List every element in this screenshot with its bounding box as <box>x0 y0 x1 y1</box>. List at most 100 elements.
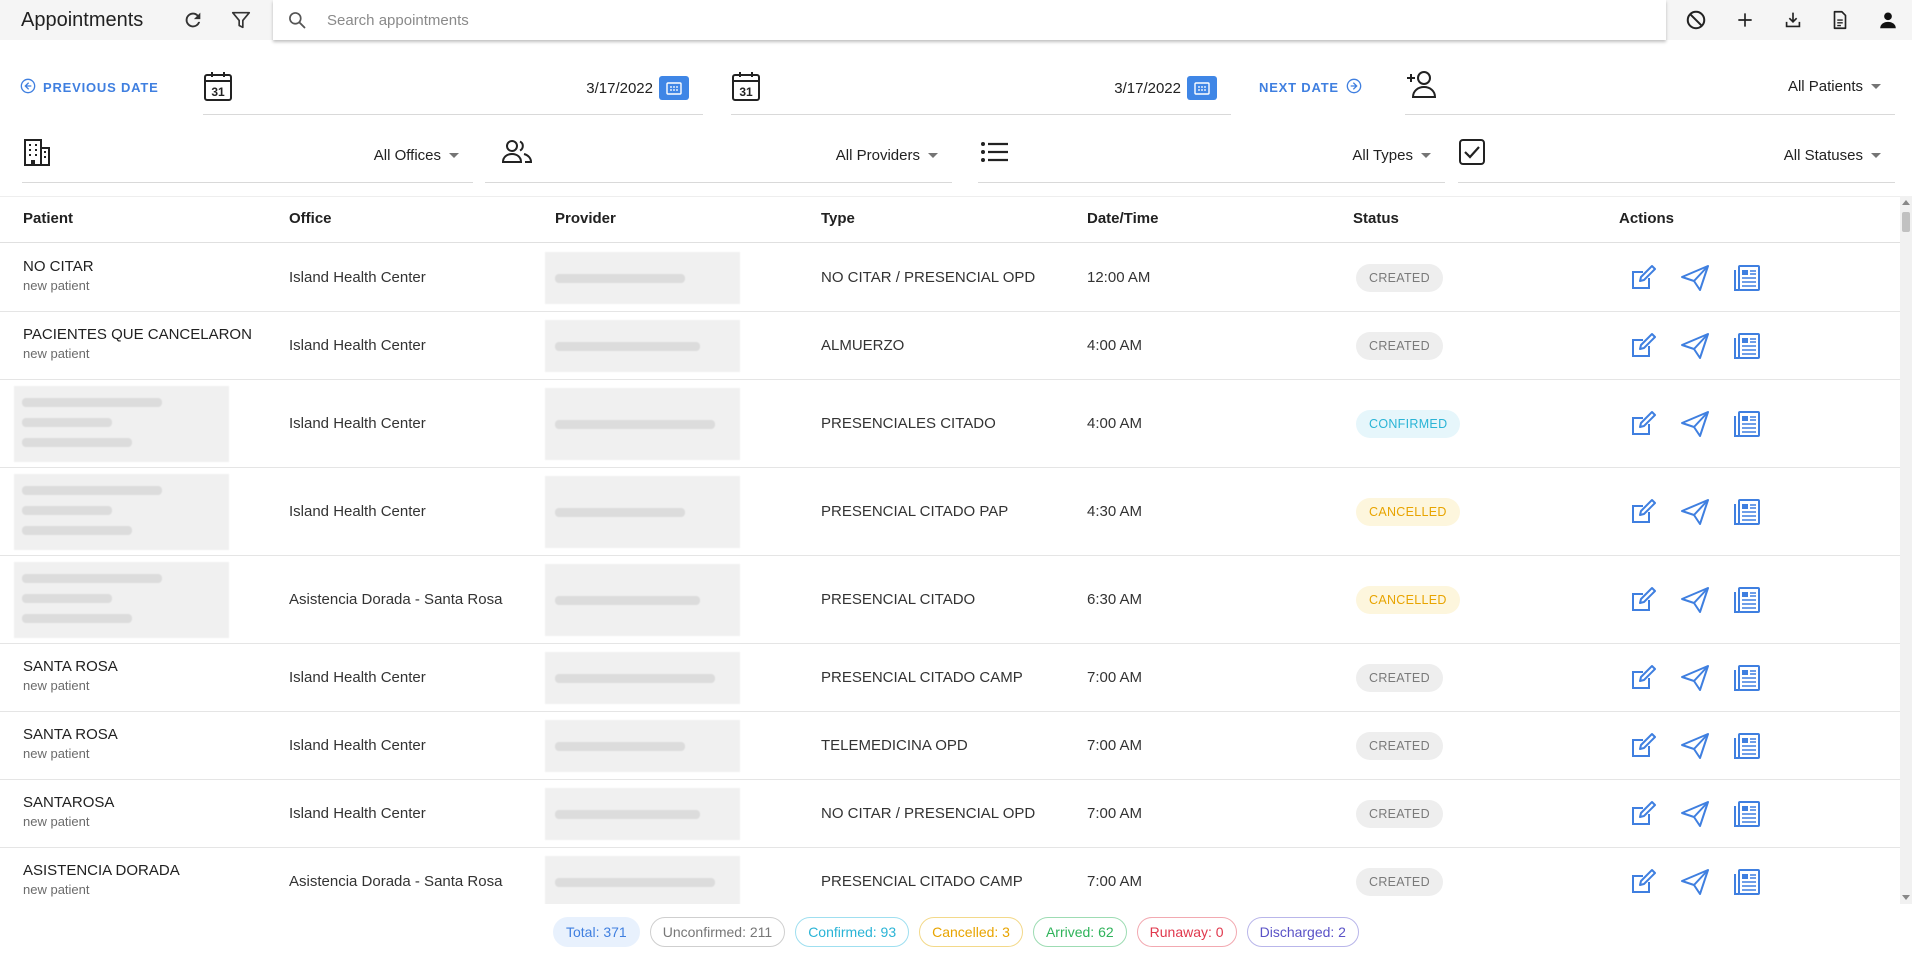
arrow-left-circle-icon <box>20 78 36 97</box>
edit-icon[interactable] <box>1627 730 1659 762</box>
table-row[interactable]: PACIENTES QUE CANCELARON new patient Islan… <box>0 312 1900 380</box>
column-header-office[interactable]: Office <box>289 210 332 227</box>
account-icon[interactable] <box>1876 8 1900 32</box>
edit-icon[interactable] <box>1627 408 1659 440</box>
summary-runaway-chip[interactable]: Runaway: 0 <box>1136 917 1237 947</box>
send-icon[interactable] <box>1679 730 1711 762</box>
table-row[interactable]: Island Health Center PRESENCIALES CITADO 4… <box>0 380 1900 468</box>
status-badge: CREATED <box>1356 868 1443 896</box>
column-header-provider[interactable]: Provider <box>555 210 616 227</box>
summary-unconfirmed-chip[interactable]: Unconfirmed: 211 <box>649 917 786 947</box>
refresh-icon[interactable] <box>181 8 205 32</box>
statuses-filter[interactable]: All Statuses <box>1458 133 1895 183</box>
status-badge: CONFIRMED <box>1356 410 1461 438</box>
providers-filter[interactable]: All Providers <box>485 133 952 183</box>
table-row[interactable]: SANTAROSA new patient Island Health Center… <box>0 780 1900 848</box>
report-icon[interactable] <box>1731 584 1763 616</box>
summary-confirmed-chip[interactable]: Confirmed: 93 <box>795 917 910 947</box>
end-date-field[interactable]: 31 3/17/2022 <box>731 65 1231 115</box>
report-icon[interactable] <box>1731 798 1763 830</box>
download-icon[interactable] <box>1781 8 1805 32</box>
redacted-provider <box>545 720 740 772</box>
send-icon[interactable] <box>1679 584 1711 616</box>
edit-icon[interactable] <box>1627 662 1659 694</box>
summary-total-chip[interactable]: Total: 371 <box>553 917 640 947</box>
calendar-icon: 31 <box>731 70 761 107</box>
edit-icon[interactable] <box>1627 496 1659 528</box>
table-scrollbar[interactable] <box>1900 196 1912 904</box>
status-badge: CREATED <box>1356 264 1443 292</box>
column-header-datetime[interactable]: Date/Time <box>1087 210 1158 227</box>
report-icon[interactable] <box>1731 330 1763 362</box>
summary-arrived-chip[interactable]: Arrived: 62 <box>1032 917 1127 947</box>
status-badge: CREATED <box>1356 800 1443 828</box>
types-filter-value: All Types <box>1352 147 1413 164</box>
send-icon[interactable] <box>1679 262 1711 294</box>
table-row[interactable]: NO CITAR new patient Island Health Center N… <box>0 244 1900 312</box>
datetime-cell: 4:00 AM <box>1087 415 1143 432</box>
type-cell: NO CITAR / PRESENCIAL OPD <box>821 269 1036 286</box>
document-icon[interactable] <box>1828 8 1852 32</box>
datetime-cell: 4:30 AM <box>1087 503 1143 520</box>
date-picker-icon[interactable] <box>1187 76 1217 100</box>
report-icon[interactable] <box>1731 662 1763 694</box>
office-cell: Island Health Center <box>289 269 426 286</box>
add-icon[interactable] <box>1733 8 1757 32</box>
next-date-button[interactable]: NEXT DATE <box>1259 78 1362 97</box>
types-filter[interactable]: All Types <box>978 133 1445 183</box>
patient-cell[interactable]: PACIENTES QUE CANCELARON new patient <box>23 326 252 361</box>
table-row[interactable]: SANTA ROSA new patient Island Health Cente… <box>0 712 1900 780</box>
patient-subtitle: new patient <box>23 746 90 761</box>
date-picker-icon[interactable] <box>659 76 689 100</box>
edit-icon[interactable] <box>1627 584 1659 616</box>
report-icon[interactable] <box>1731 866 1763 898</box>
send-icon[interactable] <box>1679 330 1711 362</box>
patients-filter[interactable]: All Patients <box>1405 65 1895 115</box>
edit-icon[interactable] <box>1627 798 1659 830</box>
send-icon[interactable] <box>1679 496 1711 528</box>
table-row[interactable]: ASISTENCIA DORADA new patient Asistencia D… <box>0 848 1900 904</box>
send-icon[interactable] <box>1679 866 1711 898</box>
patient-cell[interactable]: ASISTENCIA DORADA new patient <box>23 862 180 897</box>
patient-subtitle: new patient <box>23 278 90 293</box>
send-icon[interactable] <box>1679 798 1711 830</box>
send-icon[interactable] <box>1679 662 1711 694</box>
filter-icon[interactable] <box>229 8 253 32</box>
column-header-type[interactable]: Type <box>821 210 855 227</box>
table-row[interactable]: Asistencia Dorada - Santa Rosa PRESENCIAL… <box>0 556 1900 644</box>
scroll-thumb[interactable] <box>1902 212 1910 232</box>
report-icon[interactable] <box>1731 730 1763 762</box>
column-header-patient[interactable]: Patient <box>23 210 73 227</box>
edit-icon[interactable] <box>1627 866 1659 898</box>
report-icon[interactable] <box>1731 408 1763 440</box>
edit-icon[interactable] <box>1627 262 1659 294</box>
column-header-status[interactable]: Status <box>1353 210 1399 227</box>
start-date-field[interactable]: 31 3/17/2022 <box>203 65 703 115</box>
summary-discharged-chip[interactable]: Discharged: 2 <box>1246 917 1359 947</box>
datetime-cell: 7:00 AM <box>1087 669 1143 686</box>
patient-cell[interactable]: SANTA ROSA new patient <box>23 726 118 761</box>
search-input[interactable] <box>327 0 1647 40</box>
report-icon[interactable] <box>1731 262 1763 294</box>
scroll-down-arrow-icon[interactable] <box>1902 895 1910 900</box>
previous-date-button[interactable]: PREVIOUS DATE <box>20 78 159 97</box>
table-row[interactable]: SANTA ROSA new patient Island Health Cente… <box>0 644 1900 712</box>
people-icon <box>501 138 533 169</box>
patient-cell[interactable]: NO CITAR new patient <box>23 258 94 293</box>
scroll-up-arrow-icon[interactable] <box>1902 200 1910 205</box>
send-icon[interactable] <box>1679 408 1711 440</box>
edit-icon[interactable] <box>1627 330 1659 362</box>
chevron-down-icon <box>1871 153 1881 158</box>
patient-cell[interactable]: SANTA ROSA new patient <box>23 658 118 693</box>
patient-cell[interactable]: SANTAROSA new patient <box>23 794 114 829</box>
patient-subtitle: new patient <box>23 346 90 361</box>
chevron-down-icon <box>1421 153 1431 158</box>
block-icon[interactable] <box>1684 8 1708 32</box>
summary-cancelled-chip[interactable]: Cancelled: 3 <box>919 917 1023 947</box>
report-icon[interactable] <box>1731 496 1763 528</box>
table-row[interactable]: Island Health Center PRESENCIAL CITADO PA… <box>0 468 1900 556</box>
offices-filter[interactable]: All Offices <box>22 133 473 183</box>
type-cell: PRESENCIAL CITADO CAMP <box>821 669 1023 686</box>
patient-name: SANTA ROSA <box>23 726 118 743</box>
type-cell: PRESENCIAL CITADO <box>821 591 976 608</box>
